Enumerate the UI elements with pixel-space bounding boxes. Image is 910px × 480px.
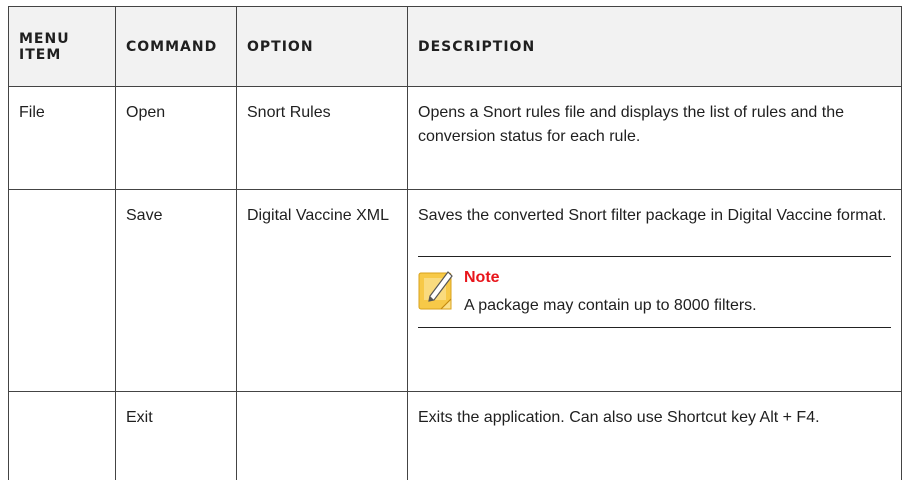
table-header-row: Menu Item Command Option Description [9, 7, 902, 87]
cell-description: Exits the application. Can also use Shor… [408, 392, 902, 480]
cell-command: Exit [116, 392, 237, 480]
cell-option: Snort Rules [237, 87, 408, 190]
cell-command: Open [116, 87, 237, 190]
note-body: A package may contain up to 8000 filters… [464, 291, 891, 321]
cell-menu-item [9, 392, 116, 480]
cell-description: Opens a Snort rules file and displays th… [408, 87, 902, 190]
header-option: Option [237, 7, 408, 87]
note-callout: Note A package may contain up to 8000 fi… [418, 256, 891, 328]
description-text: Saves the converted Snort filter package… [418, 204, 891, 228]
table-row: Exit Exits the application. Can also use… [9, 392, 902, 480]
cell-description: Saves the converted Snort filter package… [408, 190, 902, 392]
header-menu-item: Menu Item [9, 7, 116, 87]
note-title: Note [464, 267, 891, 289]
cell-menu-item [9, 190, 116, 392]
cell-option [237, 392, 408, 480]
table-row: Save Digital Vaccine XML Saves the conve… [9, 190, 902, 392]
table-row: File Open Snort Rules Opens a Snort rule… [9, 87, 902, 190]
cell-command: Save [116, 190, 237, 392]
note-content: Note A package may contain up to 8000 fi… [464, 267, 891, 321]
header-description: Description [408, 7, 902, 87]
menu-command-table: Menu Item Command Option Description Fil… [8, 6, 902, 480]
note-pencil-icon [418, 269, 454, 313]
cell-menu-item: File [9, 87, 116, 190]
header-command: Command [116, 7, 237, 87]
cell-option: Digital Vaccine XML [237, 190, 408, 392]
